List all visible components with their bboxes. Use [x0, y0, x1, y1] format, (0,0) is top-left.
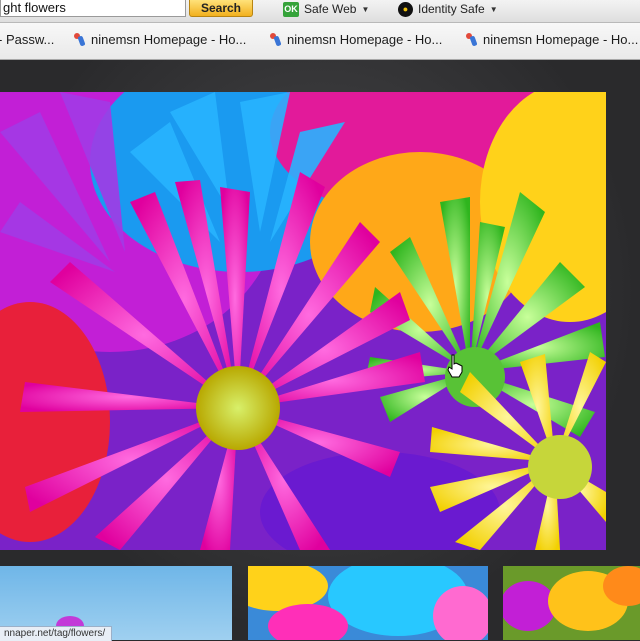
thumbnail-image[interactable] — [503, 566, 640, 640]
search-button[interactable]: Search — [189, 0, 253, 17]
thumbnail-image[interactable] — [248, 566, 488, 640]
safe-web-label: Safe Web — [304, 2, 357, 16]
identity-safe-lock-icon: ● — [398, 1, 413, 17]
chevron-down-icon[interactable]: ▼ — [490, 5, 498, 14]
identity-safe-label: Identity Safe — [418, 2, 485, 16]
bookmark-item[interactable]: ninemsn Homepage - Ho... — [74, 32, 246, 47]
bookmark-item[interactable]: ninemsn Homepage - Ho... — [270, 32, 442, 47]
bookmark-item[interactable]: ninemsn Homepage - Ho... — [466, 32, 638, 47]
main-flower-photo[interactable] — [0, 92, 606, 550]
bookmark-label: ninemsn Homepage - Ho... — [483, 32, 639, 47]
chevron-down-icon[interactable]: ▼ — [361, 5, 369, 14]
flower-illustration — [0, 92, 606, 550]
ninemsn-favicon — [466, 32, 478, 47]
search-input[interactable]: ght flowers — [0, 0, 186, 17]
ninemsn-favicon — [270, 32, 282, 47]
bookmark-label: ninemsn Homepage - Ho... — [287, 32, 443, 47]
bookmark-label: ninemsn Homepage - Ho... — [91, 32, 247, 47]
ninemsn-favicon — [74, 32, 86, 47]
hand-cursor-icon — [447, 354, 463, 378]
status-bar-url: nnaper.net/tag/flowers/ — [0, 626, 113, 641]
bookmark-item[interactable]: - Passw... — [0, 32, 54, 47]
bookmarks-bar: - Passw... ninemsn Homepage - Ho... nine… — [0, 23, 640, 60]
safe-web-button[interactable]: OK Safe Web ▼ — [283, 0, 369, 18]
identity-safe-button[interactable]: ● Identity Safe ▼ — [398, 0, 498, 18]
flower-center — [196, 366, 280, 450]
norton-ok-icon: OK — [283, 1, 299, 17]
browser-toolbar: ght flowers Search OK Safe Web ▼ ● Ident… — [0, 0, 640, 23]
bookmark-label: - Passw... — [0, 32, 55, 47]
